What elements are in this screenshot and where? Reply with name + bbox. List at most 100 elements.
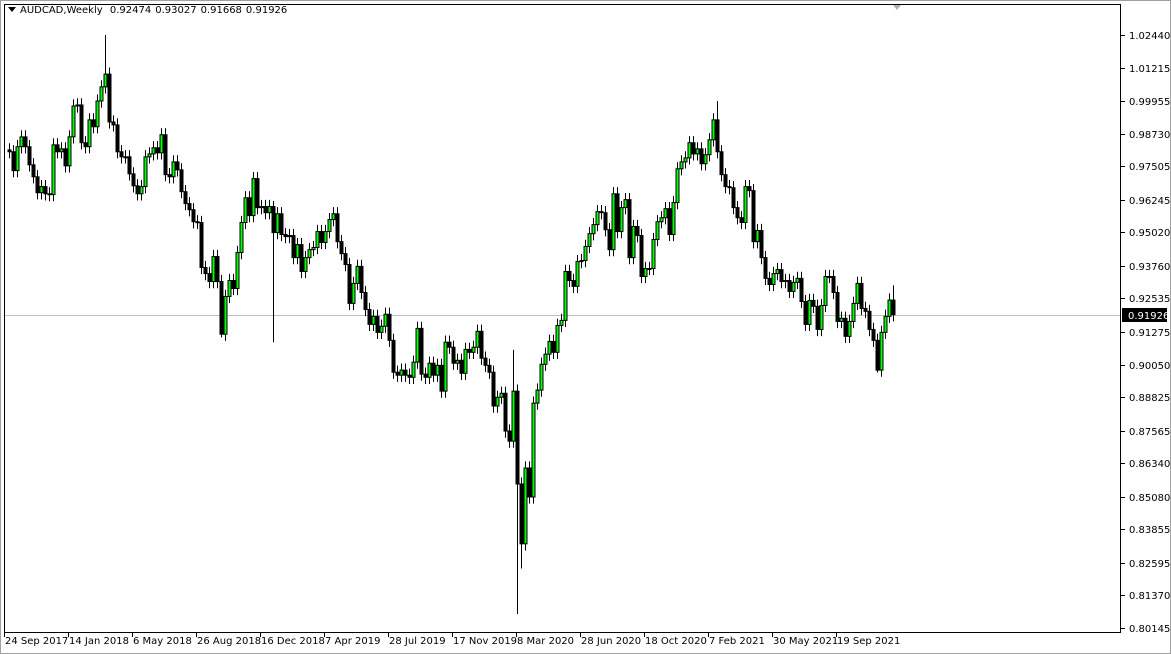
price-tick-label: 0.85080 [1129, 493, 1170, 504]
candle [688, 136, 691, 164]
candle [508, 424, 511, 447]
candle [412, 356, 415, 384]
bull-candle-body [592, 225, 595, 234]
price-tick-label: 0.81370 [1129, 591, 1170, 602]
candle [124, 150, 127, 163]
time-tick-label: 7 Feb 2021 [709, 636, 765, 647]
candle [676, 162, 679, 209]
bear-candle-body [440, 365, 443, 391]
candle [436, 359, 439, 382]
candle [504, 387, 507, 438]
bear-candle-body [552, 341, 555, 352]
bear-candle-body [740, 218, 743, 223]
bear-candle-body [504, 393, 507, 431]
bull-candle-body [304, 258, 307, 272]
candle [72, 99, 75, 143]
bull-candle-body [888, 300, 891, 316]
candle [720, 145, 723, 181]
bear-candle-body [164, 135, 167, 175]
bear-candle-body [432, 363, 435, 375]
bear-candle-body [800, 278, 803, 301]
candle [236, 246, 239, 295]
bull-candle-body [596, 212, 599, 225]
candle [624, 193, 627, 214]
candle [740, 211, 743, 229]
candle [120, 145, 123, 163]
bull-candle-body [400, 370, 403, 375]
bull-candle-body [100, 87, 103, 101]
bear-candle-body [528, 468, 531, 497]
time-tick-label: 7 Apr 2019 [325, 636, 380, 647]
bear-candle-body [348, 265, 351, 304]
candle [312, 241, 315, 256]
candle [584, 240, 587, 267]
bear-candle-body [120, 152, 123, 157]
candle [320, 225, 323, 249]
bull-candle-body [464, 349, 467, 373]
candle [764, 251, 767, 285]
candle [232, 274, 235, 295]
bear-candle-body [488, 365, 491, 372]
bull-candle-body [672, 203, 675, 235]
candle [692, 136, 695, 160]
candle [380, 320, 383, 339]
bear-candle-body [420, 328, 423, 374]
candle [872, 323, 875, 347]
candle [792, 276, 795, 298]
candle [168, 168, 171, 183]
candle [868, 305, 871, 336]
candle [288, 229, 291, 243]
bull-candle-body [756, 230, 759, 241]
candle [668, 202, 671, 241]
price-tick-label: 0.96245 [1129, 196, 1170, 207]
candle [532, 396, 535, 503]
candle [876, 334, 879, 373]
candle [612, 187, 615, 256]
bear-candle-body [220, 282, 223, 335]
bear-candle-body [284, 234, 287, 236]
bull-candle-body [236, 253, 239, 289]
bull-candle-body [476, 331, 479, 347]
bear-candle-body [864, 308, 867, 311]
candle [92, 113, 95, 133]
bear-candle-body [204, 267, 207, 273]
candle [428, 357, 431, 384]
dropdown-triangle-icon[interactable] [8, 7, 16, 12]
price-tick-label: 0.92535 [1129, 294, 1170, 305]
candle [308, 243, 311, 264]
candle [44, 180, 47, 200]
bear-candle-body [716, 120, 719, 152]
bear-candle-body [448, 342, 451, 347]
bull-candle-body [144, 157, 147, 187]
candlestick-chart[interactable]: 1.024401.012150.999550.987300.975050.962… [0, 0, 1171, 654]
bear-candle-body [188, 204, 191, 210]
bull-candle-body [808, 300, 811, 324]
candle [408, 369, 411, 384]
bear-candle-body [64, 149, 67, 166]
candle [464, 343, 467, 380]
bear-candle-body [248, 198, 251, 216]
candle [880, 326, 883, 377]
candle [796, 272, 799, 289]
bull-candle-body [680, 162, 683, 169]
bear-candle-body [108, 74, 111, 122]
candle [632, 220, 635, 264]
candle [112, 115, 115, 131]
bull-candle-body [776, 270, 779, 274]
bear-candle-body [176, 162, 179, 170]
candle [292, 229, 295, 264]
bear-candle-body [872, 329, 875, 340]
chart-shift-marker-icon[interactable] [893, 5, 901, 10]
bull-candle-body [172, 162, 175, 177]
bear-candle-body [24, 137, 27, 147]
bull-candle-body [712, 120, 715, 140]
bear-candle-body [136, 186, 139, 194]
bear-candle-body [300, 245, 303, 272]
candle [500, 387, 503, 404]
bear-candle-body [232, 280, 235, 288]
candle [228, 274, 231, 303]
candle [40, 180, 43, 199]
candle [548, 335, 551, 361]
bull-candle-body [308, 250, 311, 258]
bull-candle-body [548, 341, 551, 354]
